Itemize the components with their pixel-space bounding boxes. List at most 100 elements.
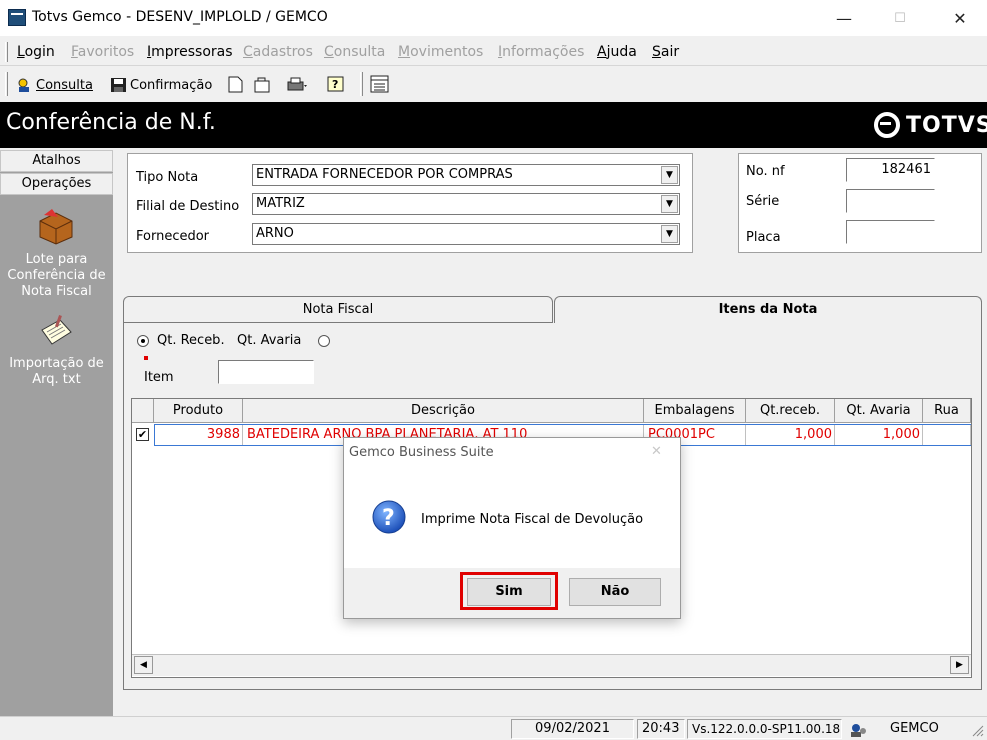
tab-atalhos[interactable]: Atalhos: [0, 150, 113, 172]
chevron-down-icon[interactable]: ▼: [661, 166, 678, 184]
menu-favoritos[interactable]: Favoritos: [71, 44, 134, 60]
menu-bar: Login Favoritos Impressoras Cadastros Co…: [0, 38, 987, 66]
serie-field[interactable]: [846, 189, 935, 213]
menu-sair[interactable]: Sair: [652, 44, 679, 60]
svg-text:?: ?: [382, 506, 395, 531]
document-import-icon[interactable]: [38, 314, 74, 352]
tab-operacoes[interactable]: Operações: [0, 173, 113, 195]
sidebar-item-importacao[interactable]: Importação de Arq. txt: [0, 356, 113, 388]
scroll-left-icon[interactable]: ◀: [134, 656, 153, 674]
dialog-title: Gemco Business Suite: [349, 445, 494, 460]
user-icon: [848, 722, 868, 740]
status-user: GEMCO: [890, 721, 939, 736]
page-title: Conferência de N.f.: [6, 110, 216, 135]
confirmacao-label: Confirmação: [130, 77, 213, 93]
confirmacao-button[interactable]: Confirmação: [110, 74, 212, 96]
chevron-down-icon[interactable]: ▼: [661, 195, 678, 213]
col-qt-receb[interactable]: Qt.receb.: [746, 399, 835, 423]
sidebar: Atalhos Operações Lote para Conferência …: [0, 150, 113, 716]
fornecedor-label: Fornecedor: [136, 229, 210, 244]
col-embalagens[interactable]: Embalagens: [644, 399, 746, 423]
filial-value: MATRIZ: [256, 196, 305, 211]
status-bar: 09/02/2021 20:43 Vs.122.0.0.0-SP11.00.18…: [0, 716, 987, 740]
dialog-message: Imprime Nota Fiscal de Devolução: [421, 512, 644, 527]
search-person-icon: [16, 77, 33, 93]
qt-avaria-label: Qt. Avaria: [237, 333, 302, 348]
nao-button[interactable]: Não: [569, 578, 661, 606]
new-document-icon[interactable]: [228, 76, 243, 97]
serie-label: Série: [746, 194, 780, 209]
totvs-logo-icon: [874, 112, 900, 138]
menu-cadastros[interactable]: Cadastros: [243, 44, 313, 60]
resize-grip-icon[interactable]: [972, 725, 984, 740]
toolbar-separator: [360, 72, 363, 96]
nf-field[interactable]: 182461: [846, 158, 935, 182]
required-marker: [144, 356, 148, 360]
sim-button[interactable]: Sim: [467, 578, 551, 606]
fornecedor-select[interactable]: ARNO ▼: [252, 223, 680, 245]
open-document-icon[interactable]: [253, 76, 271, 97]
consulta-label: Consulta: [36, 77, 93, 93]
col-qt-avaria[interactable]: Qt. Avaria: [835, 399, 923, 423]
col-descricao[interactable]: Descrição: [243, 399, 644, 423]
status-date: 09/02/2021: [511, 719, 634, 739]
maximize-button[interactable]: ☐: [877, 0, 923, 36]
totvs-logo: TOTVS: [874, 112, 987, 138]
cell-qt-receb: 1,000: [748, 425, 835, 445]
consulta-button[interactable]: Consulta: [16, 74, 93, 96]
fornecedor-value: ARNO: [256, 226, 294, 241]
qt-receb-radio[interactable]: [137, 335, 149, 347]
row-checkbox[interactable]: ✔: [136, 428, 149, 441]
save-icon: [110, 77, 127, 93]
screen-header: Conferência de N.f. TOTVS: [0, 102, 987, 148]
qt-receb-label: Qt. Receb.: [157, 333, 225, 348]
horizontal-scrollbar[interactable]: [132, 654, 971, 676]
toolbar-grip: [5, 72, 8, 96]
menu-ajuda[interactable]: Ajuda: [597, 44, 637, 60]
window-title: Totvs Gemco - DESENV_IMPLOLD / GEMCO: [32, 9, 328, 25]
cell-qt-avaria: 1,000: [837, 425, 923, 445]
menu-impressoras[interactable]: Impressoras: [147, 44, 233, 60]
menu-grip: [5, 42, 8, 62]
confirm-dialog: Gemco Business Suite ✕ ? Imprime Nota Fi…: [343, 437, 681, 619]
svg-text:?: ?: [332, 78, 338, 91]
menu-login[interactable]: Login: [17, 44, 55, 60]
tipo-nota-select[interactable]: ENTRADA FORNECEDOR POR COMPRAS ▼: [252, 164, 680, 186]
question-icon: ?: [371, 499, 407, 539]
grid-header-select: [132, 399, 154, 423]
help-icon[interactable]: ?: [327, 76, 347, 97]
tipo-nota-label: Tipo Nota: [136, 170, 199, 185]
brand-text: TOTVS: [906, 112, 987, 138]
package-icon[interactable]: [36, 207, 76, 249]
status-version: Vs.122.0.0.0-SP11.00.18: [687, 719, 842, 739]
item-label: Item: [144, 370, 174, 385]
placa-label: Placa: [746, 230, 781, 245]
menu-informacoes[interactable]: Informações: [498, 44, 584, 60]
calendar-icon[interactable]: [370, 75, 390, 97]
cell-rua: [925, 425, 971, 445]
dialog-close-icon[interactable]: ✕: [651, 444, 662, 459]
tab-itens-da-nota[interactable]: Itens da Nota: [554, 296, 982, 323]
col-rua[interactable]: Rua: [923, 399, 971, 423]
minimize-button[interactable]: —: [821, 0, 867, 36]
col-produto[interactable]: Produto: [154, 399, 243, 423]
print-icon[interactable]: [286, 76, 308, 97]
sidebar-item-lote[interactable]: Lote para Conferência de Nota Fiscal: [0, 252, 113, 300]
menu-consulta[interactable]: Consulta: [324, 44, 385, 60]
title-bar: Totvs Gemco - DESENV_IMPLOLD / GEMCO — ☐…: [0, 0, 987, 36]
tab-nota-fiscal[interactable]: Nota Fiscal: [123, 296, 553, 323]
toolbar: Consulta Confirmação ?: [0, 67, 987, 101]
cell-produto: 3988: [155, 425, 243, 445]
status-time: 20:43: [637, 719, 685, 739]
qt-avaria-radio[interactable]: [318, 335, 330, 347]
item-field[interactable]: [218, 360, 314, 384]
app-icon: [8, 9, 26, 26]
chevron-down-icon[interactable]: ▼: [661, 225, 678, 243]
close-button[interactable]: ✕: [937, 0, 983, 36]
filial-select[interactable]: MATRIZ ▼: [252, 193, 680, 215]
filial-label: Filial de Destino: [136, 199, 240, 214]
tipo-nota-value: ENTRADA FORNECEDOR POR COMPRAS: [256, 167, 513, 182]
placa-field[interactable]: [846, 220, 935, 244]
scroll-right-icon[interactable]: ▶: [950, 656, 969, 674]
menu-movimentos[interactable]: Movimentos: [398, 44, 483, 60]
